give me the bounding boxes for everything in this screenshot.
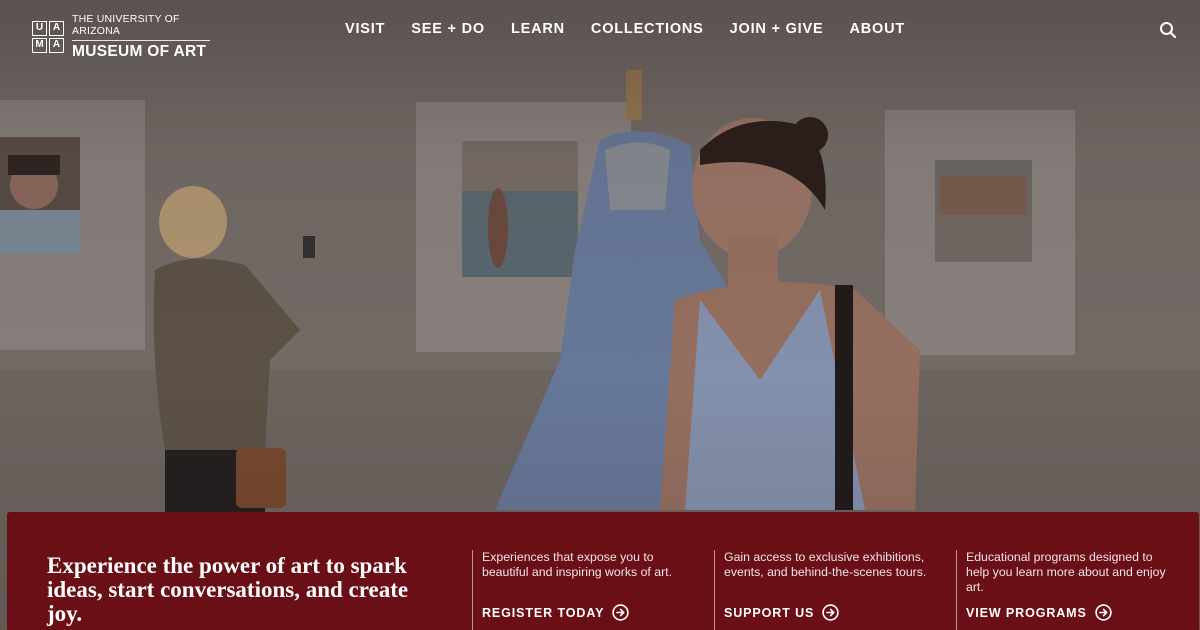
nav-item-visit[interactable]: VISIT [345, 21, 385, 37]
logo-wordmark: THE UNIVERSITY OF ARIZONA MUSEUM OF ART [72, 13, 210, 61]
feature-description: Educational programs designed to help yo… [966, 550, 1166, 594]
view-programs-link[interactable]: VIEW PROGRAMS [966, 604, 1112, 621]
logo-letter: U [32, 21, 47, 36]
arrow-right-circle-icon [612, 604, 630, 621]
link-label: REGISTER TODAY [482, 605, 605, 620]
feature-column-membership: Gain access to exclusive exhibitions, ev… [714, 550, 929, 630]
nav-item-learn[interactable]: LEARN [511, 21, 565, 37]
nav-item-collections[interactable]: COLLECTIONS [591, 21, 704, 37]
link-label: VIEW PROGRAMS [966, 605, 1087, 620]
nav-item-see-do[interactable]: SEE + DO [411, 21, 485, 37]
museum-logo[interactable]: U A M A THE UNIVERSITY OF ARIZONA MUSEUM… [32, 13, 210, 61]
feature-description: Experiences that expose you to beautiful… [482, 550, 673, 579]
nav-item-about[interactable]: ABOUT [849, 21, 905, 37]
feature-description: Gain access to exclusive exhibitions, ev… [724, 550, 927, 579]
logo-letter: A [49, 21, 64, 36]
search-icon [1160, 22, 1177, 39]
search-button[interactable] [1159, 21, 1177, 39]
register-today-link[interactable]: REGISTER TODAY [482, 604, 630, 621]
intro-band: Experience the power of art to spark ide… [7, 512, 1199, 630]
logo-letter: A [49, 38, 64, 53]
logo-mark-icon: U A M A [32, 21, 64, 53]
intro-heading: Experience the power of art to spark ide… [47, 553, 409, 626]
feature-column-programs: Educational programs designed to help yo… [956, 550, 1171, 630]
main-nav: VISIT SEE + DO LEARN COLLECTIONS JOIN + … [345, 21, 931, 37]
link-label: SUPPORT US [724, 605, 815, 620]
arrow-right-circle-icon [822, 604, 839, 621]
arrow-right-circle-icon [1095, 604, 1112, 621]
site-header: U A M A THE UNIVERSITY OF ARIZONA MUSEUM… [0, 0, 1200, 64]
nav-item-join-give[interactable]: JOIN + GIVE [730, 21, 824, 37]
logo-university-name: THE UNIVERSITY OF ARIZONA [72, 13, 210, 41]
logo-museum-name: MUSEUM OF ART [72, 43, 207, 60]
feature-column-experiences: Experiences that expose you to beautiful… [472, 550, 687, 630]
logo-letter: M [32, 38, 47, 53]
support-us-link[interactable]: SUPPORT US [724, 604, 839, 621]
